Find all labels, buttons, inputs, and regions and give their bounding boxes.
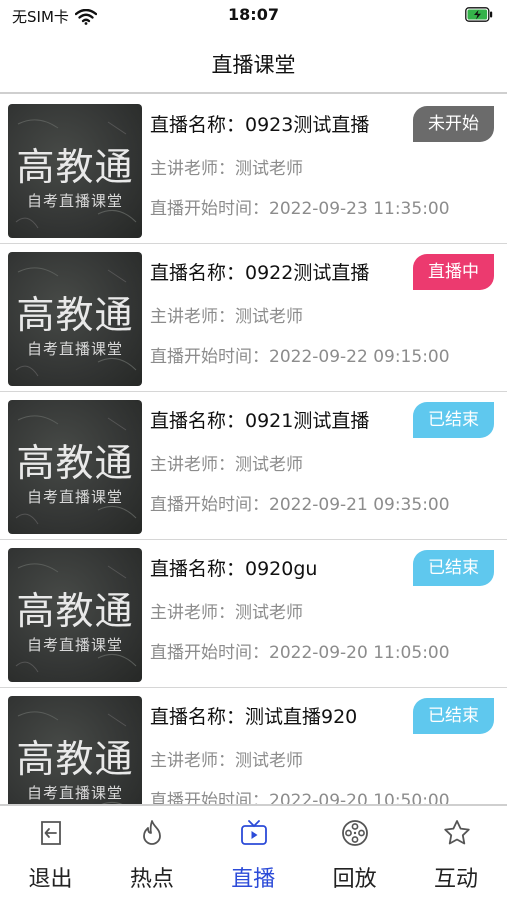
live-thumbnail: 高教通 自考直播课堂: [8, 252, 142, 386]
live-start-time: 直播开始时间：2022-09-22 09:15:00: [150, 347, 450, 367]
tab-label: 热点: [129, 867, 174, 892]
live-list-item[interactable]: 高教通 自考直播课堂 直播名称：0920gu 主讲老师：测试老师 直播开始时间：…: [0, 540, 507, 688]
battery-charging-icon: [465, 7, 493, 22]
star-icon: [443, 820, 470, 845]
live-name: 直播名称：0922测试直播: [150, 262, 370, 284]
live-tv-icon: [240, 820, 267, 845]
live-status-badge: 未开始: [413, 106, 494, 142]
live-start-time: 直播开始时间：2022-09-20 10:50:00: [150, 791, 450, 804]
status-time: 18:07: [228, 5, 279, 24]
thumbnail-subtitle: 自考直播课堂: [26, 192, 123, 210]
tab-hot[interactable]: 热点: [101, 806, 202, 900]
tab-interact[interactable]: 互动: [406, 806, 507, 900]
tab-label: 直播: [231, 867, 276, 892]
live-status-badge: 直播中: [413, 254, 494, 290]
live-name: 直播名称：测试直播920: [150, 706, 358, 728]
thumbnail-logo-text: 高教通: [16, 441, 134, 485]
nav-header: 直播课堂: [0, 32, 507, 94]
tab-label: 退出: [28, 867, 73, 892]
thumbnail-logo-text: 高教通: [16, 145, 134, 189]
live-teacher: 主讲老师：测试老师: [150, 307, 303, 327]
live-start-time: 直播开始时间：2022-09-20 11:05:00: [150, 643, 450, 663]
live-list-item[interactable]: 高教通 自考直播课堂 直播名称：0923测试直播 主讲老师：测试老师 直播开始时…: [0, 96, 507, 244]
live-teacher: 主讲老师：测试老师: [150, 159, 303, 179]
live-thumbnail: 高教通 自考直播课堂: [8, 400, 142, 534]
live-list-item[interactable]: 高教通 自考直播课堂 直播名称：0921测试直播 主讲老师：测试老师 直播开始时…: [0, 392, 507, 540]
live-thumbnail: 高教通 自考直播课堂: [8, 696, 142, 804]
live-list-item[interactable]: 高教通 自考直播课堂 直播名称：测试直播920 主讲老师：测试老师 直播开始时间…: [0, 688, 507, 804]
tab-label: 互动: [434, 867, 479, 892]
thumbnail-subtitle: 自考直播课堂: [26, 784, 123, 802]
status-bar: 无SIM卡 18:07: [0, 0, 507, 32]
live-thumbnail: 高教通 自考直播课堂: [8, 104, 142, 238]
live-name: 直播名称：0920gu: [150, 558, 318, 580]
live-teacher: 主讲老师：测试老师: [150, 751, 303, 771]
live-status-badge: 已结束: [413, 402, 494, 438]
page-title: 直播课堂: [211, 53, 296, 77]
tab-live[interactable]: 直播: [203, 806, 304, 900]
live-list-item[interactable]: 高教通 自考直播课堂 直播名称：0922测试直播 主讲老师：测试老师 直播开始时…: [0, 244, 507, 392]
live-list[interactable]: 高教通 自考直播课堂 直播名称：0923测试直播 主讲老师：测试老师 直播开始时…: [0, 96, 507, 804]
thumbnail-logo-text: 高教通: [16, 293, 134, 337]
live-start-time: 直播开始时间：2022-09-23 11:35:00: [150, 199, 450, 219]
tab-bar: 退出 热点 直播 回放 互动: [0, 804, 507, 900]
film-reel-icon: [342, 820, 369, 846]
thumbnail-logo-text: 高教通: [16, 589, 134, 633]
thumbnail-subtitle: 自考直播课堂: [26, 636, 123, 654]
logout-icon: [41, 821, 61, 845]
tab-replay[interactable]: 回放: [304, 806, 405, 900]
live-status-badge: 已结束: [413, 698, 494, 734]
thumbnail-subtitle: 自考直播课堂: [26, 488, 123, 506]
live-teacher: 主讲老师：测试老师: [150, 603, 303, 623]
live-name: 直播名称：0921测试直播: [150, 410, 370, 432]
tab-label: 回放: [332, 867, 377, 892]
thumbnail-subtitle: 自考直播课堂: [26, 340, 123, 358]
flame-icon: [143, 820, 162, 845]
tab-logout[interactable]: 退出: [0, 806, 101, 900]
live-status-badge: 已结束: [413, 550, 494, 586]
live-start-time: 直播开始时间：2022-09-21 09:35:00: [150, 495, 450, 515]
live-thumbnail: 高教通 自考直播课堂: [8, 548, 142, 682]
thumbnail-logo-text: 高教通: [16, 737, 134, 781]
live-name: 直播名称：0923测试直播: [150, 114, 370, 136]
live-teacher: 主讲老师：测试老师: [150, 455, 303, 475]
